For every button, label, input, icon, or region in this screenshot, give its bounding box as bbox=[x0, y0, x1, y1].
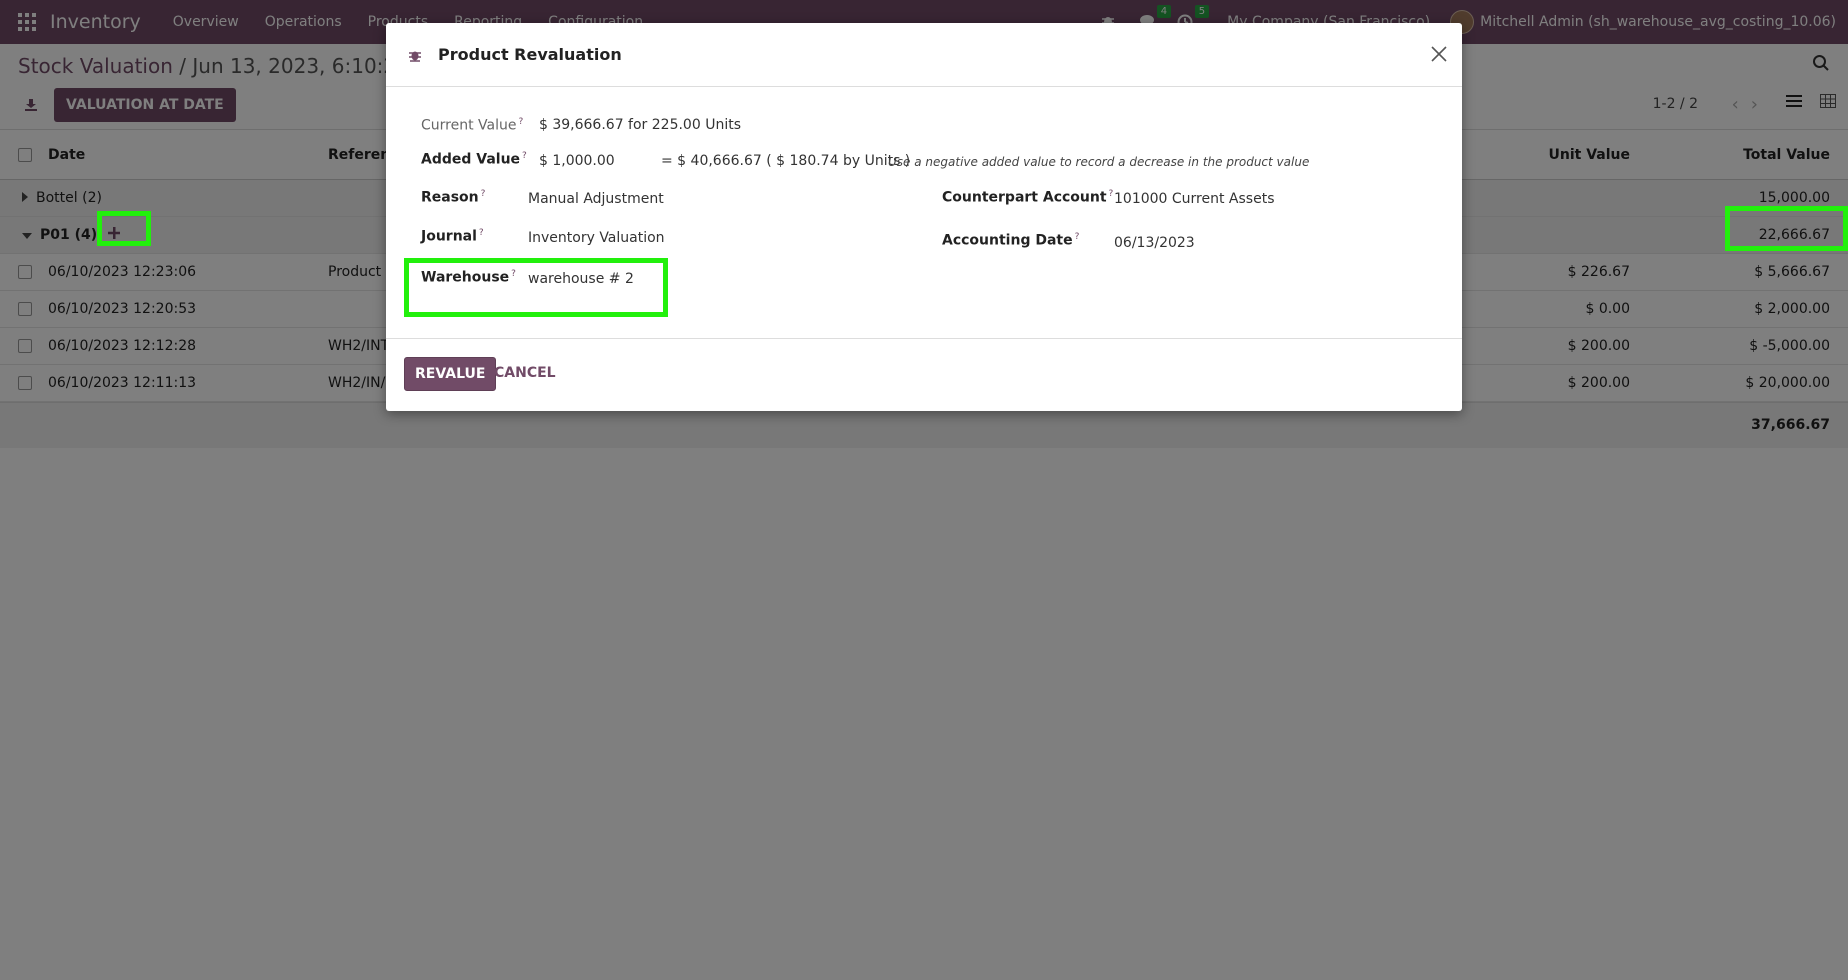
cancel-button[interactable]: CANCEL bbox=[494, 365, 556, 381]
journal-select[interactable]: Inventory Valuation bbox=[528, 230, 665, 246]
added-value-hint: Use a negative added value to record a d… bbox=[888, 155, 1310, 169]
accounting-date-input[interactable]: 06/13/2023 bbox=[1114, 235, 1195, 251]
reason-label: Reason? bbox=[421, 189, 486, 206]
tooltip-icon[interactable]: ? bbox=[1075, 232, 1080, 242]
warehouse-select[interactable]: warehouse # 2 bbox=[528, 271, 634, 287]
warehouse-label: Warehouse? bbox=[421, 269, 516, 286]
close-icon[interactable] bbox=[1430, 45, 1448, 63]
reason-input[interactable]: Manual Adjustment bbox=[528, 191, 664, 207]
added-value-label: Added Value? bbox=[421, 151, 527, 168]
tooltip-icon[interactable]: ? bbox=[518, 117, 523, 127]
journal-label: Journal? bbox=[421, 228, 484, 245]
highlight-warehouse bbox=[404, 258, 668, 317]
modal-footer: REVALUE CANCEL bbox=[386, 339, 1462, 409]
added-value-result: = $ 40,666.67 ( $ 180.74 by Units ) bbox=[661, 153, 911, 169]
accounting-date-label: Accounting Date? bbox=[942, 232, 1080, 249]
tooltip-icon[interactable]: ? bbox=[479, 228, 484, 238]
added-value-input[interactable]: $ 1,000.00 bbox=[539, 153, 615, 169]
tooltip-icon[interactable]: ? bbox=[511, 269, 516, 279]
current-value: $ 39,666.67 for 225.00 Units bbox=[539, 117, 741, 133]
tooltip-icon[interactable]: ? bbox=[481, 189, 486, 199]
tooltip-icon[interactable]: ? bbox=[1109, 189, 1114, 199]
current-value-label: Current Value? bbox=[421, 117, 524, 134]
revalue-button[interactable]: REVALUE bbox=[404, 357, 497, 391]
modal-body: Current Value? $ 39,666.67 for 225.00 Un… bbox=[386, 87, 1462, 339]
modal-title: Product Revaluation bbox=[438, 45, 622, 64]
counterpart-account-label: Counterpart Account? bbox=[942, 189, 1114, 206]
product-revaluation-dialog: Product Revaluation Current Value? $ 39,… bbox=[386, 23, 1462, 411]
counterpart-account-select[interactable]: 101000 Current Assets bbox=[1114, 191, 1275, 207]
debug-bug-icon[interactable] bbox=[408, 48, 422, 62]
tooltip-icon[interactable]: ? bbox=[522, 151, 527, 161]
modal-header: Product Revaluation bbox=[386, 23, 1462, 87]
